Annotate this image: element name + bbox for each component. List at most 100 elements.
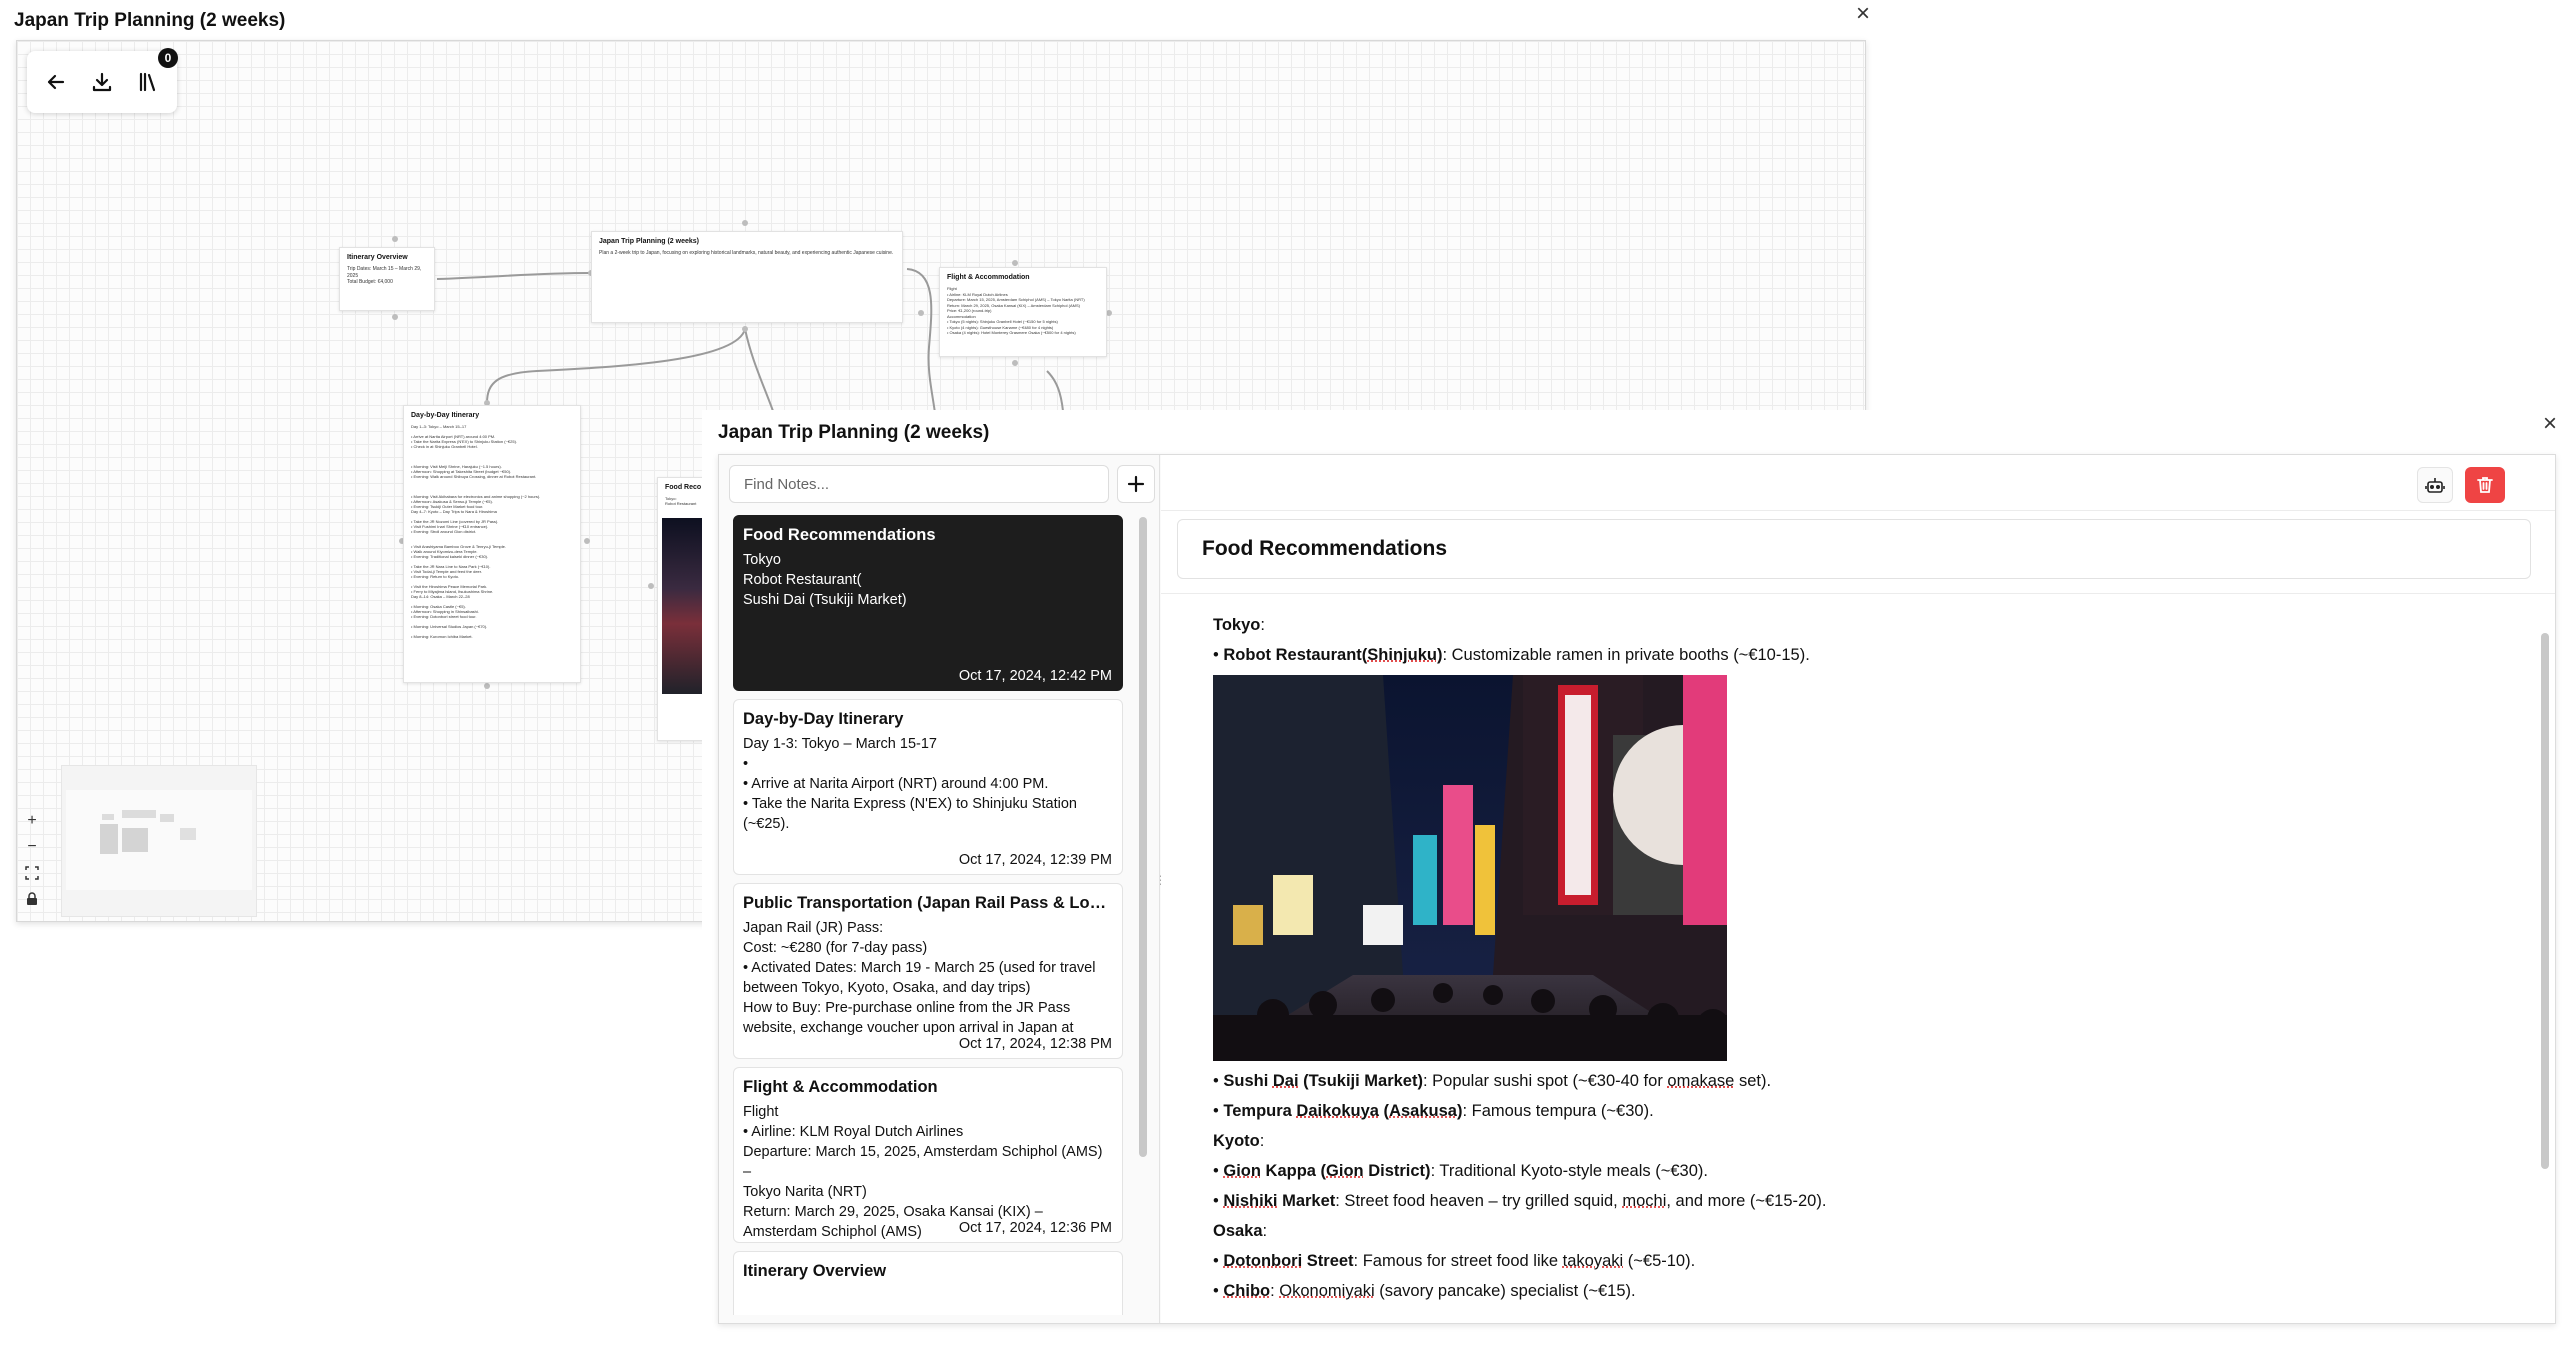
minimap-node: [122, 828, 148, 852]
add-note-button[interactable]: [1117, 465, 1155, 503]
text: (: [1378, 1102, 1390, 1120]
canvas-window-title: Japan Trip Planning (2 weeks): [14, 10, 286, 31]
notes-list-pane: Food Recommendations Tokyo Robot Restaur…: [719, 455, 1167, 1323]
handle: [392, 314, 398, 320]
canvas-close-icon[interactable]: ×: [1856, 0, 1870, 28]
note-card-line: •: [743, 756, 749, 772]
text: : Street food heaven – try grilled squid…: [1335, 1192, 1623, 1210]
note-card-line: Cost: ~€280 (for 7-day pass): [743, 940, 928, 956]
note-card-public-transportation[interactable]: Public Transportation (Japan Rail Pass &…: [733, 883, 1123, 1059]
note-card-itinerary-overview[interactable]: Itinerary Overview: [733, 1251, 1123, 1315]
text: (savory pancake) specialist (~€15).: [1374, 1282, 1636, 1300]
minimap-node: [160, 814, 174, 822]
tokyo-heading: Tokyo:: [1213, 616, 1265, 634]
text: Street: [1302, 1252, 1354, 1270]
spellcheck-word: Gion: [1326, 1162, 1364, 1180]
note-list-scrollbar[interactable]: [1139, 517, 1147, 1157]
note-card-line: Sushi Dai (Tsukiji Market): [743, 592, 907, 608]
spellcheck-word: Shinjuku: [1367, 646, 1437, 664]
note-card-line: Return: March 29, 2025, Osaka Kansai (KI…: [743, 1204, 1043, 1220]
note-card-title: Flight & Accommodation: [743, 1078, 938, 1096]
note-card-line: between Tokyo, Kyoto, Osaka, and day tri…: [743, 980, 1031, 996]
text: , and more (~€15-20).: [1666, 1192, 1827, 1210]
fit-view-icon: [25, 866, 39, 880]
back-button[interactable]: [37, 62, 75, 102]
download-button[interactable]: [83, 62, 121, 102]
handle: [742, 220, 748, 226]
spellcheck-word: Daikokuya: [1296, 1102, 1379, 1120]
note-content-scrollbar[interactable]: [2541, 633, 2549, 1169]
note-card-date: Oct 17, 2024, 12:38 PM: [952, 1036, 1112, 1052]
list-item-gion-kappa: • Gion Kappa (Gion District): Traditiona…: [1213, 1162, 1708, 1180]
place-name: Dotonbori Street: [1223, 1252, 1353, 1270]
notes-window: Japan Trip Planning (2 weeks) × Food Rec…: [702, 410, 2562, 1346]
zoom-out-button[interactable]: −: [21, 837, 43, 857]
spellcheck-word: Okonomiyaki: [1279, 1282, 1375, 1300]
note-card-line: Robot Restaurant(: [743, 572, 862, 588]
note-card-line: Japan Rail (JR) Pass:: [743, 920, 884, 936]
fit-view-button[interactable]: [21, 863, 43, 883]
node-body: Day 1–3: Tokyo – March 15–17 • Arrive at…: [411, 424, 541, 639]
note-card-line: Day 1-3: Tokyo – March 15-17: [743, 736, 937, 752]
spellcheck-word: Nishiki: [1223, 1192, 1278, 1210]
note-card-line: website, exchange voucher upon arrival i…: [743, 1020, 1074, 1036]
text: (Tsukiji Market): [1298, 1072, 1423, 1090]
place-name: Gion Kappa (Gion District): [1223, 1162, 1430, 1180]
kyoto-heading: Kyoto:: [1213, 1132, 1265, 1150]
spellcheck-word: Chibo: [1223, 1282, 1271, 1300]
text: set).: [1734, 1072, 1772, 1090]
ai-assistant-button[interactable]: [2417, 467, 2453, 503]
minimap[interactable]: [61, 765, 257, 917]
zoom-in-icon: +: [27, 812, 37, 829]
note-card-line: How to Buy: Pre-purchase online from the…: [743, 1000, 1071, 1016]
place-name: Robot Restaurant(Shinjuku): [1223, 646, 1442, 664]
note-card-flight-accommodation[interactable]: Flight & Accommodation Flight • Airline:…: [733, 1067, 1123, 1243]
delete-note-button[interactable]: [2465, 467, 2505, 503]
text: Robot Restaurant(: [1223, 646, 1368, 664]
plus-icon: [1127, 475, 1145, 493]
lock-button[interactable]: [21, 889, 43, 909]
node-flight-accommodation[interactable]: Flight & Accommodation Flight • Airline:…: [939, 267, 1107, 357]
note-card-line: • Activated Dates: March 19 - March 25 (…: [743, 960, 1096, 976]
node-title: Japan Trip Planning (2 weeks): [599, 238, 699, 245]
note-card-food-recommendations[interactable]: Food Recommendations Tokyo Robot Restaur…: [733, 515, 1123, 691]
spellcheck-word: Dotonbori: [1223, 1252, 1303, 1270]
note-card-date: Oct 17, 2024, 12:36 PM: [952, 1220, 1112, 1236]
find-notes-input[interactable]: [729, 465, 1109, 503]
minimap-node: [100, 824, 118, 854]
note-content[interactable]: Tokyo: • Robot Restaurant(Shinjuku): Cus…: [1213, 615, 2513, 1319]
place-name: Tempura Daikokuya (Asakusa): [1223, 1102, 1462, 1120]
node-food-image: [662, 518, 706, 694]
notes-close-icon[interactable]: ×: [2543, 410, 2557, 438]
tokyo-street-photo-svg: [1213, 675, 1727, 1061]
note-card-line: • Arrive at Narita Airport (NRT) around …: [743, 776, 1049, 792]
minimap-node: [102, 814, 114, 820]
node-main-trip[interactable]: Japan Trip Planning (2 weeks) Plan a 2-w…: [591, 231, 903, 323]
zoom-controls: + −: [21, 811, 43, 909]
library-button[interactable]: [129, 62, 167, 102]
list-item-nishiki-market: • Nishiki Market: Street food heaven – t…: [1213, 1192, 1827, 1210]
lock-icon: [27, 892, 37, 905]
node-title: Itinerary Overview: [347, 254, 408, 261]
heading-text: Osaka: [1213, 1222, 1263, 1240]
node-body: Flight • Airline: KLM Royal Dutch Airlin…: [947, 286, 1085, 335]
trash-icon: [2477, 477, 2493, 493]
notes-panel: Food Recommendations Tokyo Robot Restaur…: [718, 454, 2556, 1324]
spellcheck-word: mochi: [1622, 1192, 1667, 1210]
note-title-field[interactable]: Food Recommendations: [1177, 519, 2531, 579]
note-list: Food Recommendations Tokyo Robot Restaur…: [733, 515, 1131, 1315]
osaka-heading: Osaka:: [1213, 1222, 1268, 1240]
minimap-node: [180, 828, 196, 840]
handle: [584, 538, 590, 544]
handle: [918, 310, 924, 316]
note-card-day-by-day[interactable]: Day-by-Day Itinerary Day 1-3: Tokyo – Ma…: [733, 699, 1123, 875]
node-day-by-day[interactable]: Day-by-Day Itinerary Day 1–3: Tokyo – Ma…: [403, 405, 581, 683]
notes-window-title: Japan Trip Planning (2 weeks): [718, 422, 990, 443]
node-itinerary-overview[interactable]: Itinerary Overview Trip Dates: March 15 …: [339, 247, 435, 311]
zoom-in-button[interactable]: +: [21, 811, 43, 831]
list-item-tempura-daikokuya: • Tempura Daikokuya (Asakusa): Famous te…: [1213, 1102, 1654, 1120]
text: Tempura: [1223, 1102, 1297, 1120]
note-card-line: (~€25).: [743, 816, 790, 832]
text: District): [1363, 1162, 1431, 1180]
place-name: Nishiki Market: [1223, 1192, 1335, 1210]
